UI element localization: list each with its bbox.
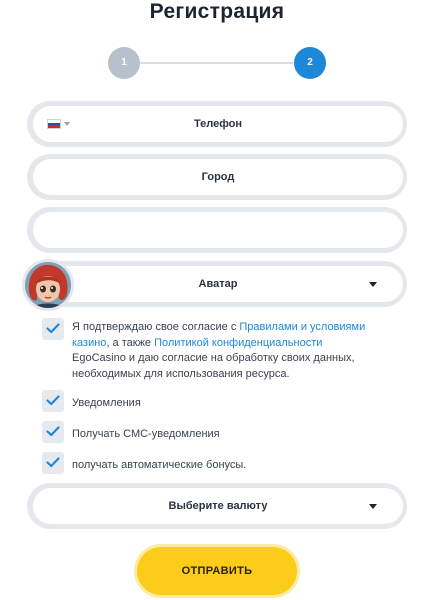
bonuses-checkbox[interactable] xyxy=(42,452,64,474)
avatar-chevron-down-icon[interactable] xyxy=(369,282,377,287)
phone-field[interactable]: Телефон xyxy=(27,101,407,147)
checkmark-icon xyxy=(46,426,60,437)
privacy-link[interactable]: Политикой конфиденциальности xyxy=(154,337,322,349)
agreement-text-part3: EgoCasino и даю согласие на обработку св… xyxy=(72,352,355,380)
agreement-text: Я подтверждаю свое согласие с Правилами … xyxy=(72,320,372,382)
sms-label: Получать СМС-уведомления xyxy=(72,428,220,440)
step-indicator: 1 2 xyxy=(108,47,326,79)
russia-flag-icon[interactable] xyxy=(47,119,61,129)
checkmark-icon xyxy=(46,457,60,468)
blank-field[interactable] xyxy=(27,207,407,253)
checkmark-icon xyxy=(46,395,60,406)
notifications-label: Уведомления xyxy=(72,397,141,409)
city-placeholder: Город xyxy=(201,171,235,183)
notifications-checkbox[interactable] xyxy=(42,390,64,412)
currency-chevron-down-icon[interactable] xyxy=(369,504,377,509)
avatar-select-inner[interactable]: Аватар xyxy=(33,266,403,302)
step-1[interactable]: 1 xyxy=(108,47,140,79)
bonuses-label: получать автоматические бонусы. xyxy=(72,459,247,471)
submit-button[interactable]: ОТПРАВИТЬ xyxy=(137,547,297,595)
city-input[interactable]: Город xyxy=(33,159,403,195)
step-connector xyxy=(138,62,293,64)
currency-select-label: Выберите валюту xyxy=(168,500,268,512)
currency-select[interactable]: Выберите валюту xyxy=(27,483,407,529)
blank-input[interactable] xyxy=(33,212,403,248)
sms-checkbox[interactable] xyxy=(42,421,64,443)
page-title: Регистрация xyxy=(149,0,285,23)
step-2[interactable]: 2 xyxy=(294,47,326,79)
avatar-select-label: Аватар xyxy=(198,278,238,290)
agreement-checkbox[interactable] xyxy=(42,318,64,340)
avatar-select[interactable]: Аватар xyxy=(27,261,407,307)
country-chevron-down-icon[interactable] xyxy=(64,122,70,126)
currency-select-inner[interactable]: Выберите валюту xyxy=(33,488,403,524)
phone-placeholder: Телефон xyxy=(193,118,243,130)
checkmark-icon xyxy=(46,323,60,334)
city-field[interactable]: Город xyxy=(27,154,407,200)
avatar-image[interactable] xyxy=(22,259,74,311)
phone-input[interactable]: Телефон xyxy=(33,106,403,142)
agreement-text-part1: Я подтверждаю свое согласие с xyxy=(72,321,240,333)
agreement-text-part2: , а также xyxy=(106,336,155,349)
